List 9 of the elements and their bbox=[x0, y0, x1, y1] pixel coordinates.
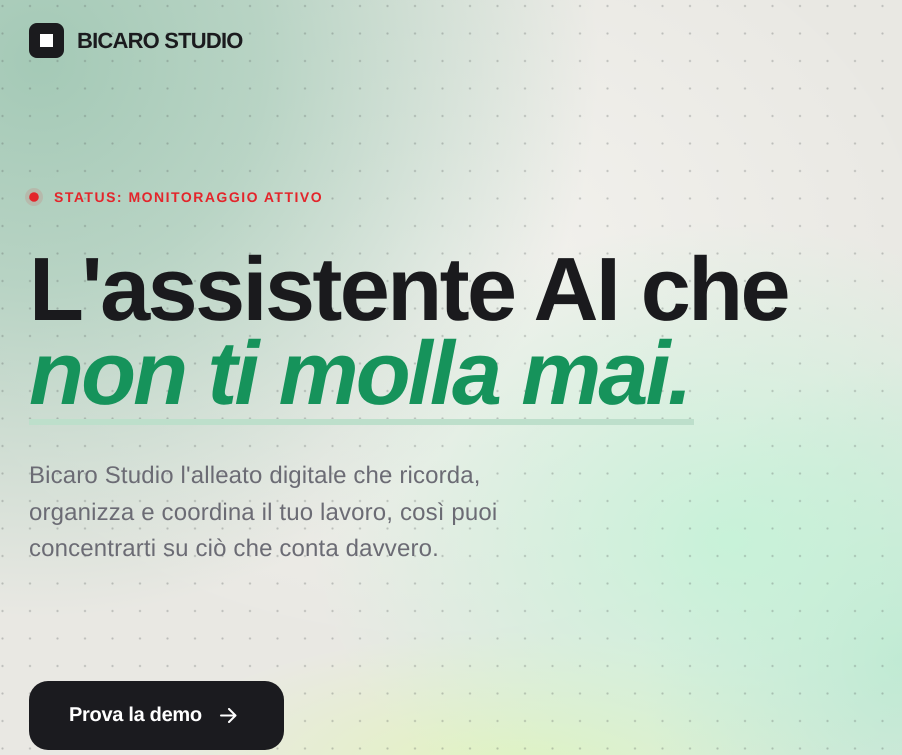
brand-name: BICARO STUDIO bbox=[77, 28, 243, 54]
arrow-right-icon bbox=[220, 708, 237, 722]
status-dot-icon bbox=[25, 188, 43, 206]
hero-description: Bicaro Studio l'alleato digitale che ricorda, organizza e coordina il tuo lavoro, così puoi concentrarti su ciò che conta davvero. bbox=[29, 461, 498, 564]
headline-highlight: non ti molla mai. bbox=[29, 332, 691, 416]
status-label: STATUS: MONITORAGGIO ATTIVO bbox=[54, 188, 324, 206]
headline: L'assistente AI che bbox=[29, 248, 788, 332]
demo-button[interactable]: Prova la demo bbox=[29, 680, 284, 750]
logo-icon bbox=[29, 23, 64, 58]
